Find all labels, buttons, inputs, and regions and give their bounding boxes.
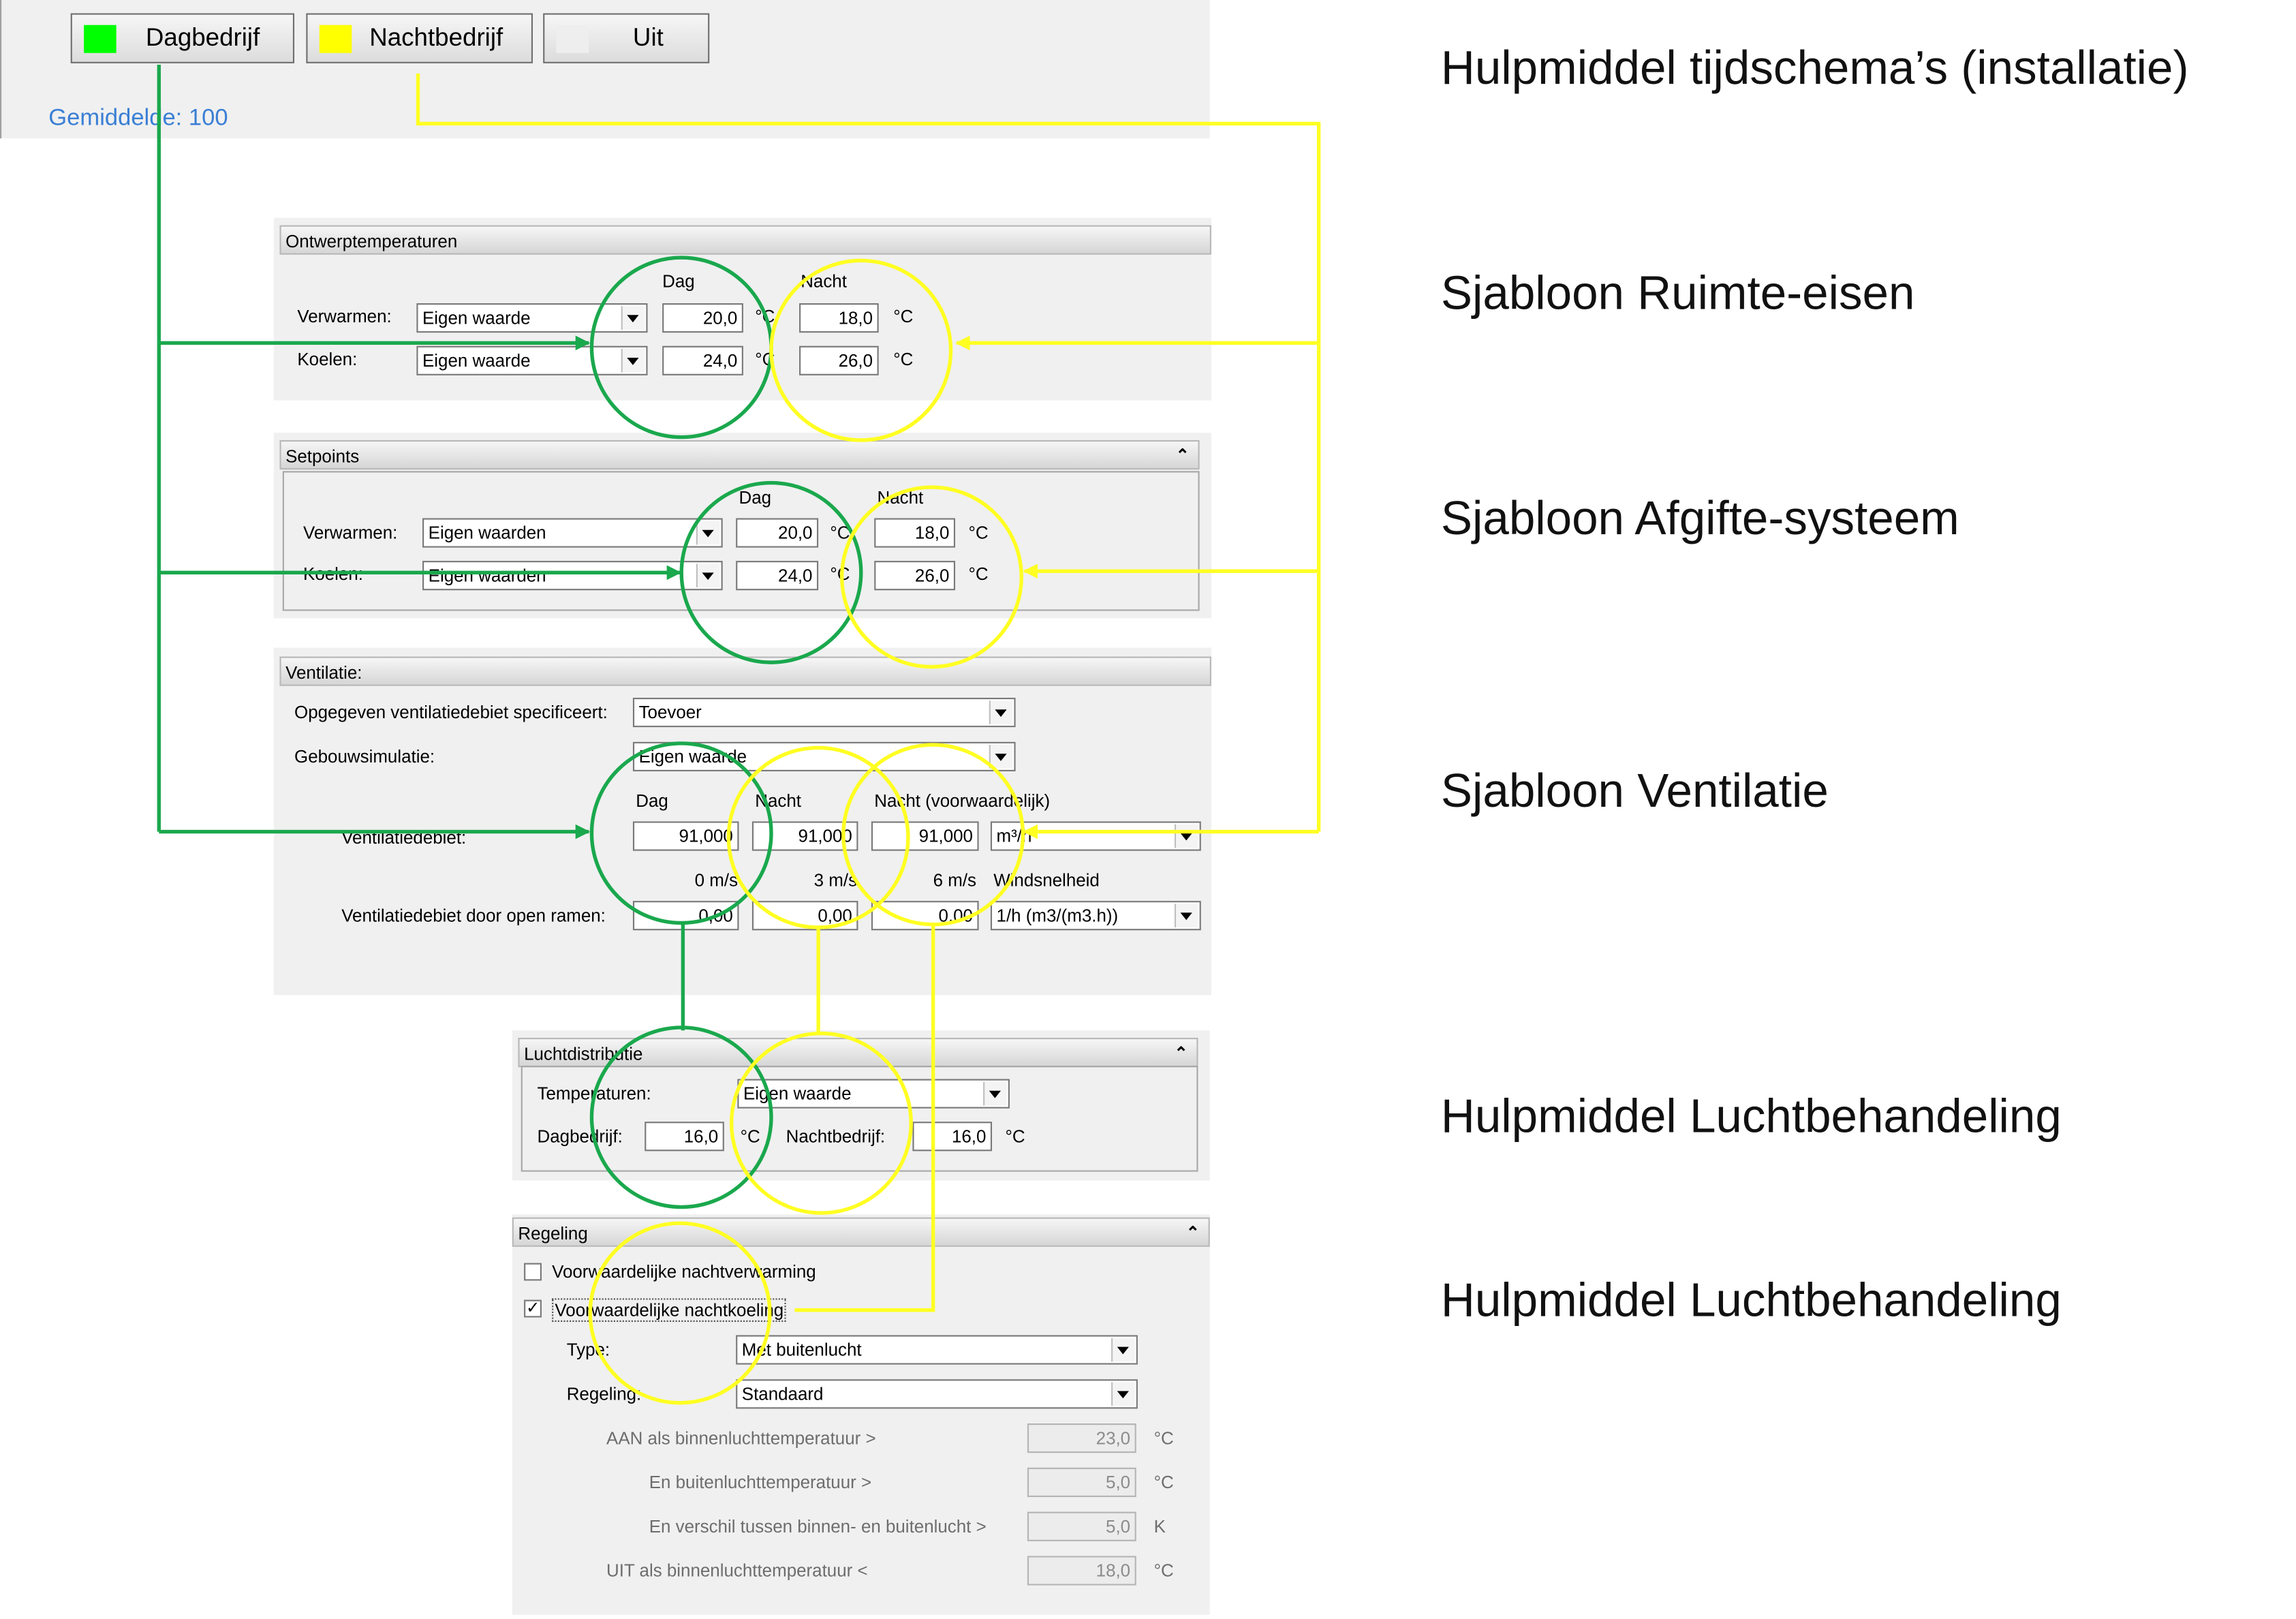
desc-afgifte-systeem: Sjabloon Afgifte-systeem: [1440, 491, 1959, 545]
desc-ventilatie: Sjabloon Ventilatie: [1440, 764, 1829, 817]
green-circle-setpoints: [679, 480, 863, 664]
yellow-trunk-line: [416, 74, 1321, 832]
yellow-circle-ontwerp: [769, 258, 953, 442]
green-circle-ontwerp: [589, 256, 773, 440]
yellow-circle-lucht: [729, 1031, 913, 1215]
yellow-circle-ventilatie-nacht: [726, 745, 910, 929]
yellow-circle-ventilatie-cond: [841, 743, 1025, 927]
annotation-overlay: [157, 65, 1321, 1405]
screenshot-canvas: Dagbedrijf Nachtbedrijf Uit Gemiddelde: …: [0, 0, 2296, 1619]
yellow-circle-regeling: [588, 1221, 772, 1405]
desc-tijdschema: Hulpmiddel tijdschema’s (installatie): [1440, 41, 2189, 95]
desc-ruimte-eisen: Sjabloon Ruimte-eisen: [1440, 266, 1915, 320]
desc-luchtbehandeling-1: Hulpmiddel Luchtbehandeling: [1440, 1089, 2062, 1143]
desc-luchtbehandeling-2: Hulpmiddel Luchtbehandeling: [1440, 1273, 2062, 1327]
green-circle-lucht: [589, 1026, 773, 1209]
yellow-circle-setpoints: [839, 485, 1023, 669]
green-circle-ventilatie: [589, 741, 773, 925]
